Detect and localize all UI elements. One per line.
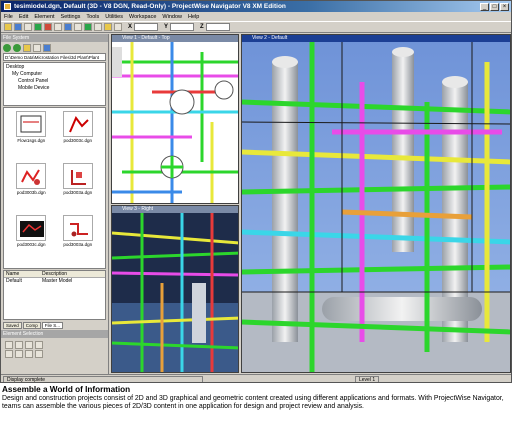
table-row[interactable]: Default Master Model <box>4 278 105 285</box>
back-icon[interactable] <box>3 43 11 52</box>
clear-tool-icon[interactable] <box>15 350 23 358</box>
menu-help[interactable]: Help <box>188 14 199 20</box>
status-level[interactable]: Level 1 <box>355 375 380 382</box>
invert-tool-icon[interactable] <box>5 350 13 358</box>
thumbnail-item[interactable]: pod3003b.dgn <box>8 163 55 213</box>
app-icon <box>4 3 11 10</box>
thumbnail-item[interactable]: pod3003a.dgn <box>55 163 102 213</box>
menu-edit[interactable]: Edit <box>19 14 28 20</box>
view-2-default[interactable]: View 2 - Default <box>241 34 511 373</box>
menu-utilities[interactable]: Utilities <box>105 14 123 20</box>
thumbnail-item[interactable]: Flow1sgs.dgn <box>8 111 55 161</box>
menu-window[interactable]: Window <box>162 14 182 20</box>
measure-icon[interactable] <box>54 23 62 31</box>
application-window: tesimiodel.dgn, Default (3D - V8 DGN, Re… <box>0 0 512 383</box>
markup-icon[interactable] <box>44 23 52 31</box>
coord-z: Z <box>200 23 230 31</box>
views-icon[interactable] <box>43 43 51 52</box>
render-icon[interactable] <box>114 23 122 31</box>
view-3-right[interactable]: View 3 - Right <box>111 205 239 373</box>
save-icon[interactable] <box>14 23 22 31</box>
all-tool-icon[interactable] <box>25 350 33 358</box>
path-field[interactable]: D:\Demo Data\Microstation Files\3d Plant… <box>3 53 106 61</box>
menu-settings[interactable]: Settings <box>61 14 81 20</box>
light-icon[interactable] <box>104 23 112 31</box>
view-1-top[interactable]: View 1 - Default - Top <box>111 34 239 204</box>
thumbnail-item[interactable]: pod3003c.dgn <box>8 215 55 265</box>
coord-x-field[interactable] <box>134 23 159 31</box>
tab-file-system[interactable]: File S... <box>41 322 64 329</box>
panel-tabs: Saved Comp File S... <box>1 321 108 330</box>
folder-up-icon[interactable] <box>23 43 31 52</box>
pan-icon[interactable] <box>74 23 82 31</box>
forward-icon[interactable] <box>13 43 21 52</box>
thumbnail-item[interactable]: pod3003c.dgn <box>55 111 102 161</box>
maximize-button[interactable]: □ <box>490 2 499 11</box>
minimize-button[interactable]: _ <box>480 2 489 11</box>
menu-bar: File Edit Element Settings Tools Utiliti… <box>1 12 511 21</box>
view-3-canvas[interactable] <box>112 213 239 373</box>
refresh-icon[interactable] <box>33 43 41 52</box>
element-selection-title: Element Selection <box>1 330 108 338</box>
view-1-canvas[interactable] <box>112 42 239 204</box>
coord-y-field[interactable] <box>170 23 195 31</box>
panel-title: File System <box>1 34 108 42</box>
window-title: tesimiodel.dgn, Default (3D - V8 DGN, Re… <box>14 3 286 10</box>
tab-comp[interactable]: Comp <box>22 322 41 329</box>
element-selection-panel <box>3 339 106 379</box>
status-bar: Display complete Level 1 <box>1 374 511 382</box>
caption: Assemble a World of Information Design a… <box>2 385 510 411</box>
main-toolbar: X Y Z <box>1 21 511 33</box>
subtract-tool-icon[interactable] <box>35 341 43 349</box>
tab-saved[interactable]: Saved <box>3 322 22 329</box>
close-button[interactable]: × <box>500 2 509 11</box>
menu-workspace[interactable]: Workspace <box>129 14 156 20</box>
view-3-title: View 3 - Right <box>112 206 238 213</box>
fit-view-icon[interactable] <box>34 23 42 31</box>
folder-tree: Desktop My Computer Control Panel Mobile… <box>3 62 106 106</box>
column-description[interactable]: Description <box>42 271 105 277</box>
menu-tools[interactable]: Tools <box>86 14 99 20</box>
column-name[interactable]: Name <box>4 271 42 277</box>
thumbnail-item[interactable]: pod3003a.dgn <box>55 215 102 265</box>
file-thumbnails: Flow1sgs.dgn pod3003c.dgn pod3003b.dgn p… <box>3 107 106 269</box>
tree-item-control-panel[interactable]: Control Panel <box>6 78 103 85</box>
fence-tool-icon[interactable] <box>15 341 23 349</box>
status-message: Display complete <box>3 375 203 382</box>
title-bar[interactable]: tesimiodel.dgn, Default (3D - V8 DGN, Re… <box>1 1 511 12</box>
print-icon[interactable] <box>24 23 32 31</box>
rotate-icon[interactable] <box>84 23 92 31</box>
zoom-icon[interactable] <box>64 23 72 31</box>
caption-body: Design and construction projects consist… <box>2 395 504 411</box>
view-1-title: View 1 - Default - Top <box>112 35 238 42</box>
open-icon[interactable] <box>4 23 12 31</box>
coord-y: Y <box>164 23 195 31</box>
view-2-canvas[interactable] <box>242 42 511 373</box>
coord-z-field[interactable] <box>205 23 230 31</box>
nav-bar <box>1 42 108 53</box>
add-tool-icon[interactable] <box>25 341 33 349</box>
coord-x: X <box>128 23 159 31</box>
caption-heading: Assemble a World of Information <box>2 385 131 394</box>
view-2-title: View 2 - Default <box>242 35 510 42</box>
tree-item-desktop[interactable]: Desktop <box>6 64 103 71</box>
menu-file[interactable]: File <box>4 14 13 20</box>
none-tool-icon[interactable] <box>35 350 43 358</box>
tree-item-mobile-device[interactable]: Mobile Device <box>6 85 103 92</box>
tree-item-my-computer[interactable]: My Computer <box>6 71 103 78</box>
select-tool-icon[interactable] <box>5 341 13 349</box>
walk-icon[interactable] <box>94 23 102 31</box>
file-system-panel: File System D:\Demo Data\Microstation Fi… <box>1 34 109 374</box>
menu-element[interactable]: Element <box>34 14 54 20</box>
model-properties: Name Description Default Master Model <box>3 270 106 320</box>
